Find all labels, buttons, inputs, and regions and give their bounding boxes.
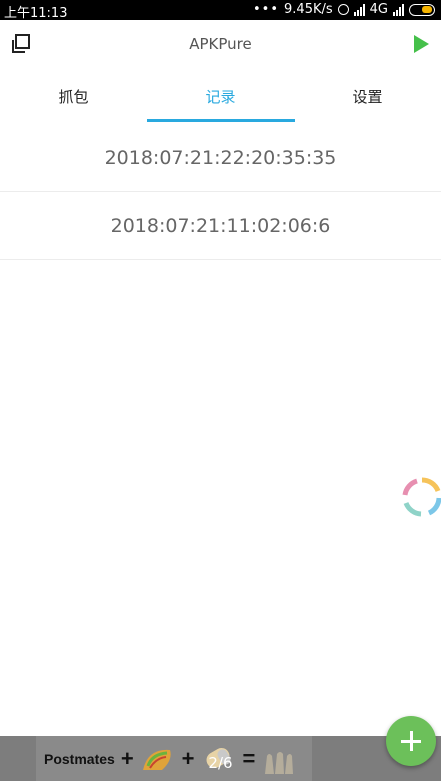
tab-settings[interactable]: 设置: [294, 70, 441, 124]
app-title: APKPure: [189, 35, 252, 53]
list-item[interactable]: 2018:07:21:11:02:06:6: [0, 192, 441, 260]
network-type: 4G: [369, 2, 388, 17]
play-icon[interactable]: [414, 35, 429, 53]
signal-icon: [353, 3, 365, 16]
status-bar: 上午11:13 ••• 9.45K/s 4G: [0, 0, 441, 21]
tab-records[interactable]: 记录: [147, 70, 295, 124]
signal-icon-2: [393, 3, 404, 16]
tab-capture[interactable]: 抓包: [0, 70, 147, 124]
status-time: 上午11:13: [4, 6, 68, 21]
status-icons: ••• 9.45K/s 4G: [253, 2, 435, 17]
ad-page-counter: 2/6: [208, 754, 233, 772]
list-item[interactable]: 2018:07:21:22:20:35:35: [0, 124, 441, 192]
loading-spinner-icon: [402, 477, 441, 517]
network-speed: 9.45K/s: [284, 2, 333, 17]
battery-icon: [409, 3, 435, 16]
add-button[interactable]: [386, 716, 436, 766]
tab-bar: 抓包 记录 设置: [0, 70, 441, 124]
app-bar: APKPure: [0, 20, 441, 70]
records-list: 2018:07:21:22:20:35:35 2018:07:21:11:02:…: [0, 124, 441, 260]
more-dots-icon: •••: [253, 2, 280, 17]
alarm-icon: [337, 4, 349, 15]
